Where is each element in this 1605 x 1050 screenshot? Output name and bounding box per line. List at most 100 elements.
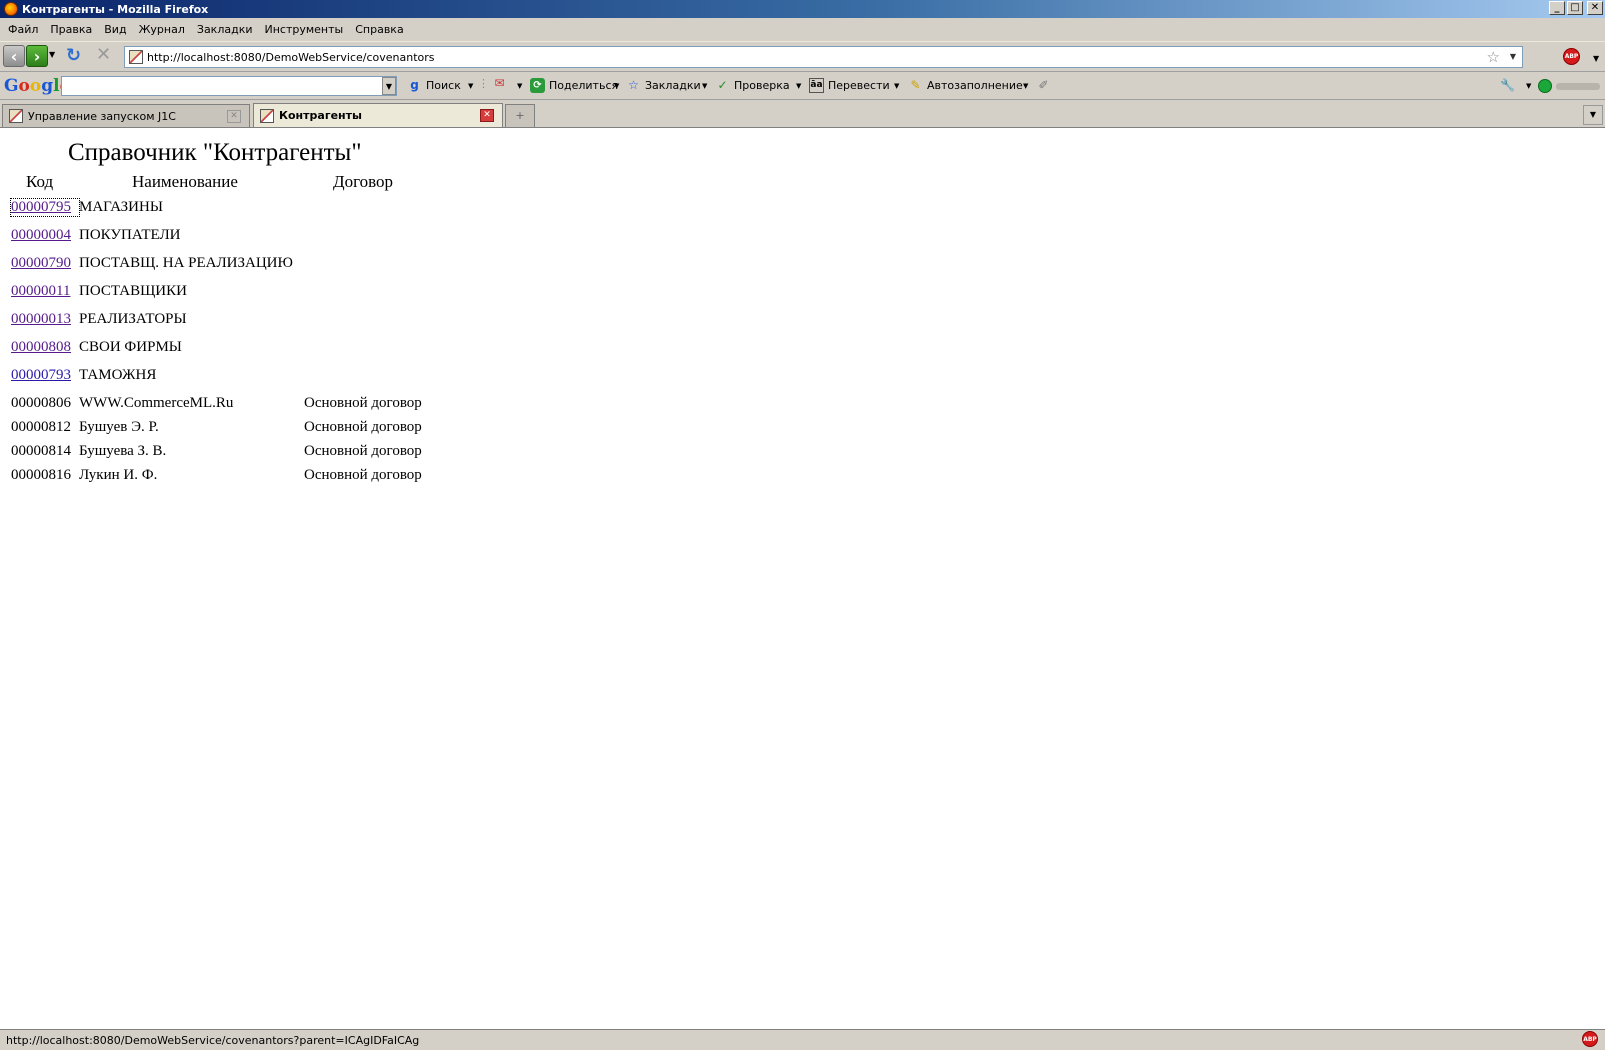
url-bar[interactable]: http://localhost:8080/DemoWebService/cov… [124,46,1523,68]
table-row: 00000013 РЕАЛИЗАТОРЫ [11,311,187,328]
reload-icon[interactable]: ↻ [66,45,81,66]
history-dropdown-icon[interactable]: ▼ [49,50,55,59]
gmail-dropdown-icon[interactable]: ▼ [517,82,522,90]
new-tab-button[interactable]: + [505,104,535,127]
row-code: 00000816 [11,467,71,483]
tab-bar: Управление запуском J1C ✕ Контрагенты ✕ … [0,100,1605,128]
tab-favicon-icon [9,109,23,123]
tab-list-dropdown-icon[interactable]: ▼ [1583,105,1603,125]
google-search-dropdown-icon[interactable]: ▼ [382,77,396,95]
autofill-dropdown-icon[interactable]: ▼ [1023,82,1028,90]
table-row: 00000004 ПОКУПАТЕЛИ [11,227,180,244]
row-code: 00000814 [11,443,71,459]
google-search-input[interactable] [61,76,397,96]
tab-covenantors[interactable]: Контрагенты ✕ [253,103,503,127]
translate-icon: āa [809,78,824,93]
row-code-link[interactable]: 00000004 [11,227,79,244]
share-icon: ⟳ [530,78,545,93]
share-button[interactable]: ⟳ Поделиться [530,78,618,93]
url-dropdown-icon[interactable]: ▼ [1510,52,1516,61]
table-row: 00000795 МАГАЗИНЫ [10,198,163,217]
row-code-link[interactable]: 00000793 [11,367,79,384]
window-controls: _ □ ✕ [1549,1,1603,15]
tab-label: Управление запуском J1C [28,109,176,123]
table-row: 00000790 ПОСТАВЩ. НА РЕАЛИЗАЦИЮ [11,255,293,272]
minimize-button[interactable]: _ [1549,1,1565,15]
google-g-icon: g [410,78,419,92]
bookmarks-button[interactable]: ☆ Закладки [626,78,701,93]
tab-close-icon[interactable]: ✕ [227,110,241,123]
page-title: Справочник "Контрагенты" [68,139,362,166]
menu-history[interactable]: Журнал [133,23,191,36]
pencil-icon[interactable]: ✐ [1036,78,1051,93]
bookmark-star-icon[interactable]: ☆ [1487,48,1500,66]
page-favicon-icon [129,50,143,64]
table-row: 00000793 ТАМОЖНЯ [11,367,156,384]
menu-help[interactable]: Справка [349,23,409,36]
status-text: http://localhost:8080/DemoWebService/cov… [6,1033,420,1047]
row-code: 00000806 [11,395,71,411]
maximize-button[interactable]: □ [1567,1,1583,15]
menu-file[interactable]: Файл [2,23,44,36]
row-contract: Основной договор [304,395,422,411]
adblock-icon[interactable]: ABP [1563,48,1580,65]
spellcheck-dropdown-icon[interactable]: ▼ [796,82,801,90]
autofill-label: Автозаполнение [927,79,1023,92]
row-code-link[interactable]: 00000808 [11,339,79,356]
table-row: 00000812 Бушуев Э. Р. Основной договор [11,419,422,436]
forward-button[interactable]: › [26,45,48,67]
table-row: 00000814 Бушуева З. В. Основной договор [11,443,422,460]
table-row: 00000816 Лукин И. Ф. Основной договор [11,467,422,484]
menu-edit[interactable]: Правка [44,23,98,36]
row-name: МАГАЗИНЫ [79,199,163,215]
toolbar-separator-icon: ⋮ [478,77,489,90]
firefox-logo-icon [4,2,18,16]
translate-dropdown-icon[interactable]: ▼ [894,82,899,90]
tab-favicon-icon [260,108,274,123]
back-button[interactable]: ‹ [3,45,25,67]
autofill-icon: ✎ [910,78,921,92]
menu-bookmarks[interactable]: Закладки [191,23,259,36]
google-search-button[interactable]: g Поиск [407,78,461,93]
column-header-contract: Договор [333,172,394,191]
menu-bar: Файл Правка Вид Журнал Закладки Инструме… [0,18,1605,42]
tab-j1c[interactable]: Управление запуском J1C ✕ [2,104,250,127]
status-indicator-icon[interactable] [1538,79,1552,93]
page-content: Справочник "Контрагенты" Код Наименовани… [0,129,1605,1029]
adblock-dropdown-icon[interactable]: ▼ [1593,54,1599,63]
spellcheck-button[interactable]: ✓ Проверка [715,78,790,93]
settings-dropdown-icon[interactable]: ▼ [1526,82,1531,90]
autofill-button[interactable]: ✎ Автозаполнение [908,78,1023,93]
row-code: 00000812 [11,419,71,435]
close-window-button[interactable]: ✕ [1587,1,1603,15]
spellcheck-label: Проверка [734,79,790,92]
share-dropdown-icon[interactable]: ▼ [614,82,619,90]
window-titlebar: Контрагенты - Mozilla Firefox _ □ ✕ [0,0,1605,18]
search-dropdown-icon[interactable]: ▼ [468,82,473,90]
account-blur [1556,83,1600,90]
adblock-status-icon[interactable]: ABP [1582,1031,1598,1047]
url-input[interactable]: http://localhost:8080/DemoWebService/cov… [147,51,435,64]
table-row: 00000011 ПОСТАВЩИКИ [11,283,187,300]
google-search-label: Поиск [426,79,461,92]
star-icon: ☆ [628,78,639,92]
row-name: WWW.CommerceML.Ru [79,395,234,411]
row-name: Бушуева З. В. [79,443,167,459]
menu-view[interactable]: Вид [98,23,132,36]
bookmarks-dropdown-icon[interactable]: ▼ [702,82,707,90]
gmail-icon[interactable]: ✉ [492,76,507,91]
row-name: СВОИ ФИРМЫ [79,339,182,355]
tab-close-icon[interactable]: ✕ [480,109,494,122]
table-row: 00000806 WWW.CommerceML.Ru Основной дого… [11,395,422,412]
row-code-link[interactable]: 00000795 [10,198,80,217]
menu-tools[interactable]: Инструменты [259,23,350,36]
google-toolbar: Google ▼ g Поиск ▼ ⋮ ✉ ▼ ⟳ Поделиться ▼ … [0,72,1605,100]
row-code-link[interactable]: 00000011 [11,283,79,300]
translate-button[interactable]: āa Перевести [809,78,890,93]
stop-icon[interactable]: ✕ [96,44,111,65]
row-name: ПОСТАВЩИКИ [79,283,187,299]
row-code-link[interactable]: 00000790 [11,255,79,272]
wrench-icon[interactable]: 🔧 [1500,78,1515,93]
row-code-link[interactable]: 00000013 [11,311,79,328]
column-header-name: Наименование [132,172,238,191]
